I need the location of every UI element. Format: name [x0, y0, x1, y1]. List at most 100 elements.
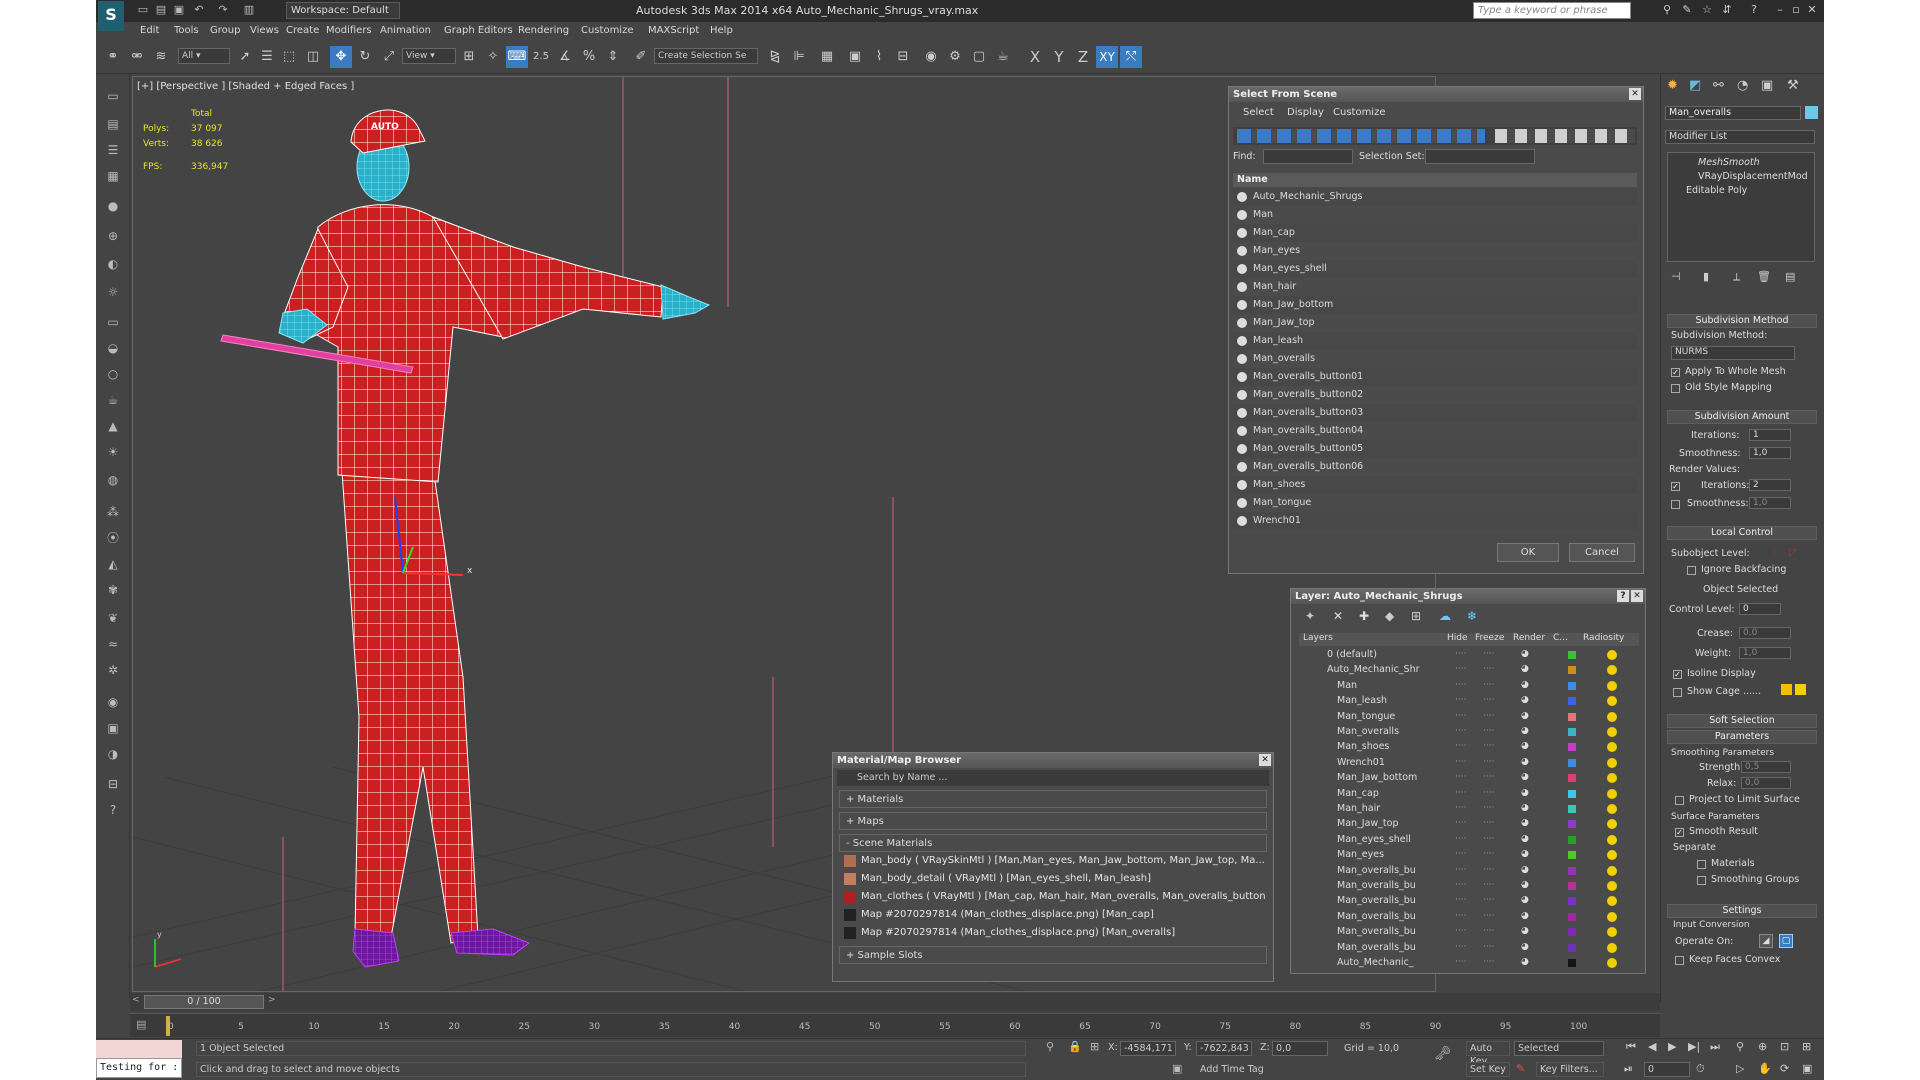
zoom-icon[interactable]: ⚲ — [1736, 1040, 1744, 1053]
layer-toggle-dots[interactable]: ···· — [1455, 924, 1467, 939]
layer-row[interactable]: Man_overalls_bu ···· ···· ◕ — [1301, 893, 1645, 908]
configure-sets-icon[interactable]: ▤ — [1785, 270, 1795, 283]
layer-color-swatch[interactable] — [1568, 805, 1576, 813]
x-coord-field[interactable]: -4584,171 — [1120, 1041, 1176, 1056]
layer-toggle-dots[interactable]: ···· — [1455, 832, 1467, 847]
scene-object-item[interactable]: Wrench01 — [1233, 512, 1637, 530]
angle-snap-icon[interactable]: ∡ — [554, 46, 576, 68]
mini-curve-editor-icon[interactable]: ▤ — [136, 1018, 146, 1031]
binoculars-icon[interactable]: ⚲ — [1659, 3, 1675, 17]
layer-toggle-dots[interactable]: ···· — [1483, 847, 1495, 862]
layer-toggle-dots[interactable]: ···· — [1455, 647, 1467, 662]
menu-graph-editors[interactable]: Graph Editors — [444, 25, 513, 36]
render-teapot-icon[interactable]: ◕ — [1521, 801, 1533, 816]
scene-material-item[interactable]: Map #2070297814 (Man_clothes_displace.pn… — [841, 906, 1265, 924]
bind-spacewarp-icon[interactable]: ≋ — [150, 46, 172, 68]
auto-key-button[interactable]: Auto Key — [1466, 1041, 1510, 1067]
sun-icon[interactable]: ☀ — [102, 442, 124, 462]
time-tag-icon[interactable]: ▣ — [1172, 1062, 1182, 1075]
fov-icon[interactable]: ▷ — [1736, 1062, 1744, 1075]
scene-object-item[interactable]: Man_hair — [1233, 278, 1637, 296]
rendered-frame-window-icon[interactable]: ▢ — [968, 46, 990, 68]
select-move-icon[interactable]: ✥ — [330, 46, 352, 68]
time-next-icon[interactable]: > — [268, 995, 276, 1005]
cage-color-swatch-1[interactable] — [1781, 684, 1792, 695]
layer-color-swatch[interactable] — [1568, 897, 1576, 906]
radiosity-bulb-icon[interactable] — [1607, 711, 1617, 722]
layer-toggle-dots[interactable]: ···· — [1455, 739, 1467, 754]
layer-toggle-dots[interactable]: ···· — [1483, 709, 1495, 724]
layer-row[interactable]: Man_Jaw_top ···· ···· ◕ — [1301, 816, 1645, 831]
render-teapot-icon[interactable]: ◕ — [1521, 832, 1533, 847]
render-teapot-icon[interactable]: ◕ — [1521, 909, 1533, 924]
remove-modifier-icon[interactable]: 🗑 — [1757, 270, 1771, 283]
layer-toggle-dots[interactable]: ···· — [1483, 924, 1495, 939]
layer-toggle-dots[interactable]: ···· — [1455, 678, 1467, 693]
layer-toggle-dots[interactable]: ···· — [1455, 786, 1467, 801]
layer-color-swatch[interactable] — [1568, 774, 1576, 783]
strength-spinner[interactable]: 0,5 — [1741, 761, 1791, 773]
layer-toggle-dots[interactable]: ···· — [1455, 863, 1467, 878]
scene-material-item[interactable]: Man_clothes ( VRayMtl ) [Man_cap, Man_ha… — [841, 888, 1265, 906]
dome-icon[interactable]: ◒ — [102, 338, 124, 358]
render-iterations-checkbox[interactable]: ✓ — [1671, 482, 1680, 491]
radiosity-bulb-icon[interactable] — [1607, 680, 1617, 691]
render-teapot-icon[interactable]: ◕ — [1521, 647, 1533, 662]
add-time-tag[interactable]: Add Time Tag — [1196, 1062, 1326, 1077]
curve-editor-icon[interactable]: ⌇ — [868, 46, 890, 68]
zoom-extents-all-icon[interactable]: ⊞ — [1802, 1040, 1811, 1053]
menu-customize[interactable]: Customize — [581, 25, 634, 36]
layer-row[interactable]: Man_Jaw_bottom ···· ···· ◕ — [1301, 770, 1645, 785]
settings-header[interactable]: Settings — [1667, 904, 1817, 918]
help-icon[interactable]: ? — [1746, 3, 1762, 17]
close-icon[interactable]: ✕ — [1804, 3, 1820, 17]
scene-object-item[interactable]: Man_cap — [1233, 224, 1637, 242]
edge-level-icon[interactable]: ◸ — [1789, 546, 1797, 559]
go-to-start-icon[interactable]: ⏮ — [1626, 1040, 1636, 1054]
select-object-icon[interactable]: ➚ — [234, 46, 256, 68]
selection-lock-icon[interactable]: 🔒 — [1068, 1040, 1082, 1053]
axis-x-button[interactable]: X — [1024, 46, 1046, 68]
absolute-mode-icon[interactable]: ⊞ — [1090, 1040, 1099, 1053]
local-control-header[interactable]: Local Control — [1667, 526, 1817, 540]
radiosity-bulb-icon[interactable] — [1607, 696, 1617, 707]
filter-type-icons[interactable] — [1237, 129, 1485, 143]
time-prev-icon[interactable]: < — [132, 995, 140, 1005]
viewport-layout-icon[interactable]: ▭ — [102, 86, 124, 106]
render-production-icon[interactable]: ☕ — [992, 46, 1014, 68]
prev-frame-icon[interactable]: ◀ — [1648, 1040, 1656, 1053]
maximize-viewport-icon[interactable]: ▣ — [1802, 1062, 1812, 1075]
render-teapot-icon[interactable]: ◕ — [1521, 863, 1533, 878]
track-bar[interactable]: ▤ 0 5 10 15 20 25 30 35 40 45 50 55 60 65 70 75 80 85 90 95… — [130, 1013, 1660, 1037]
freeze-column[interactable]: Freeze — [1475, 633, 1504, 643]
set-key-filter-icon[interactable]: ✎ — [1516, 1062, 1525, 1075]
environment-icon[interactable]: ◑ — [102, 744, 124, 764]
layer-row[interactable]: Man_overalls_bu ···· ···· ◕ — [1301, 940, 1645, 955]
globe-icon[interactable]: ◉ — [102, 692, 124, 712]
layer-color-swatch[interactable] — [1568, 866, 1576, 875]
scene-object-item[interactable]: Man_eyes — [1233, 242, 1637, 260]
display-tab-icon[interactable]: ▣ — [1761, 78, 1773, 93]
layer-color-swatch[interactable] — [1568, 882, 1576, 890]
y-coord-field[interactable]: -7622,843 — [1196, 1041, 1252, 1056]
render-teapot-icon[interactable]: ◕ — [1521, 786, 1533, 801]
layer-toggle-dots[interactable]: ···· — [1483, 647, 1495, 662]
menu-rendering[interactable]: Rendering — [518, 25, 569, 36]
layer-toggle-dots[interactable]: ···· — [1483, 755, 1495, 770]
key-filters-button[interactable]: Key Filters... — [1536, 1062, 1604, 1077]
render-teapot-icon[interactable]: ◕ — [1521, 893, 1533, 908]
axis-z-button[interactable]: Z — [1072, 46, 1094, 68]
layer-toggle-dots[interactable]: ···· — [1455, 709, 1467, 724]
utilities-tab-icon[interactable]: ⚒ — [1787, 78, 1799, 93]
pin-stack-icon[interactable]: ⊣ — [1671, 270, 1681, 283]
render-teapot-icon[interactable]: ◕ — [1521, 878, 1533, 893]
open-file-icon[interactable]: ▤ — [154, 3, 168, 17]
layer-toggle-dots[interactable]: ···· — [1455, 847, 1467, 862]
scene-material-item[interactable]: Man_body ( VRaySkinMtl ) [Man,Man_eyes, … — [841, 852, 1265, 870]
zoom-extents-icon[interactable]: ⊡ — [1780, 1040, 1789, 1053]
material-editor-icon[interactable]: ◉ — [920, 46, 942, 68]
radiosity-bulb-icon[interactable] — [1607, 850, 1617, 861]
render-teapot-icon[interactable]: ◕ — [1521, 739, 1533, 754]
radiosity-bulb-icon[interactable] — [1607, 896, 1617, 907]
scene-object-item[interactable]: Man_overalls_button03 — [1233, 404, 1637, 422]
